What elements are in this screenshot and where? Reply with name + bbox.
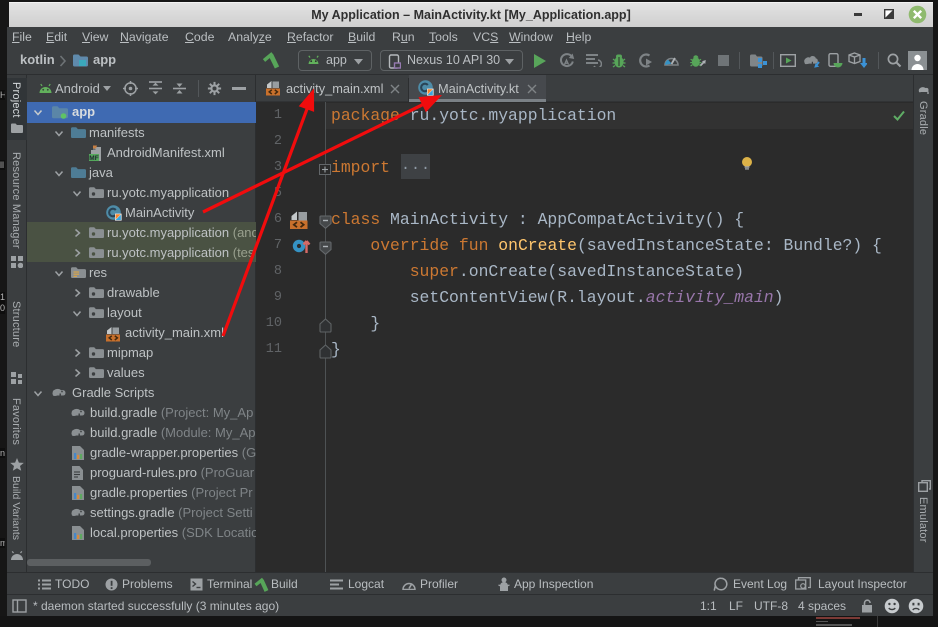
svg-text:MF: MF (89, 155, 98, 161)
